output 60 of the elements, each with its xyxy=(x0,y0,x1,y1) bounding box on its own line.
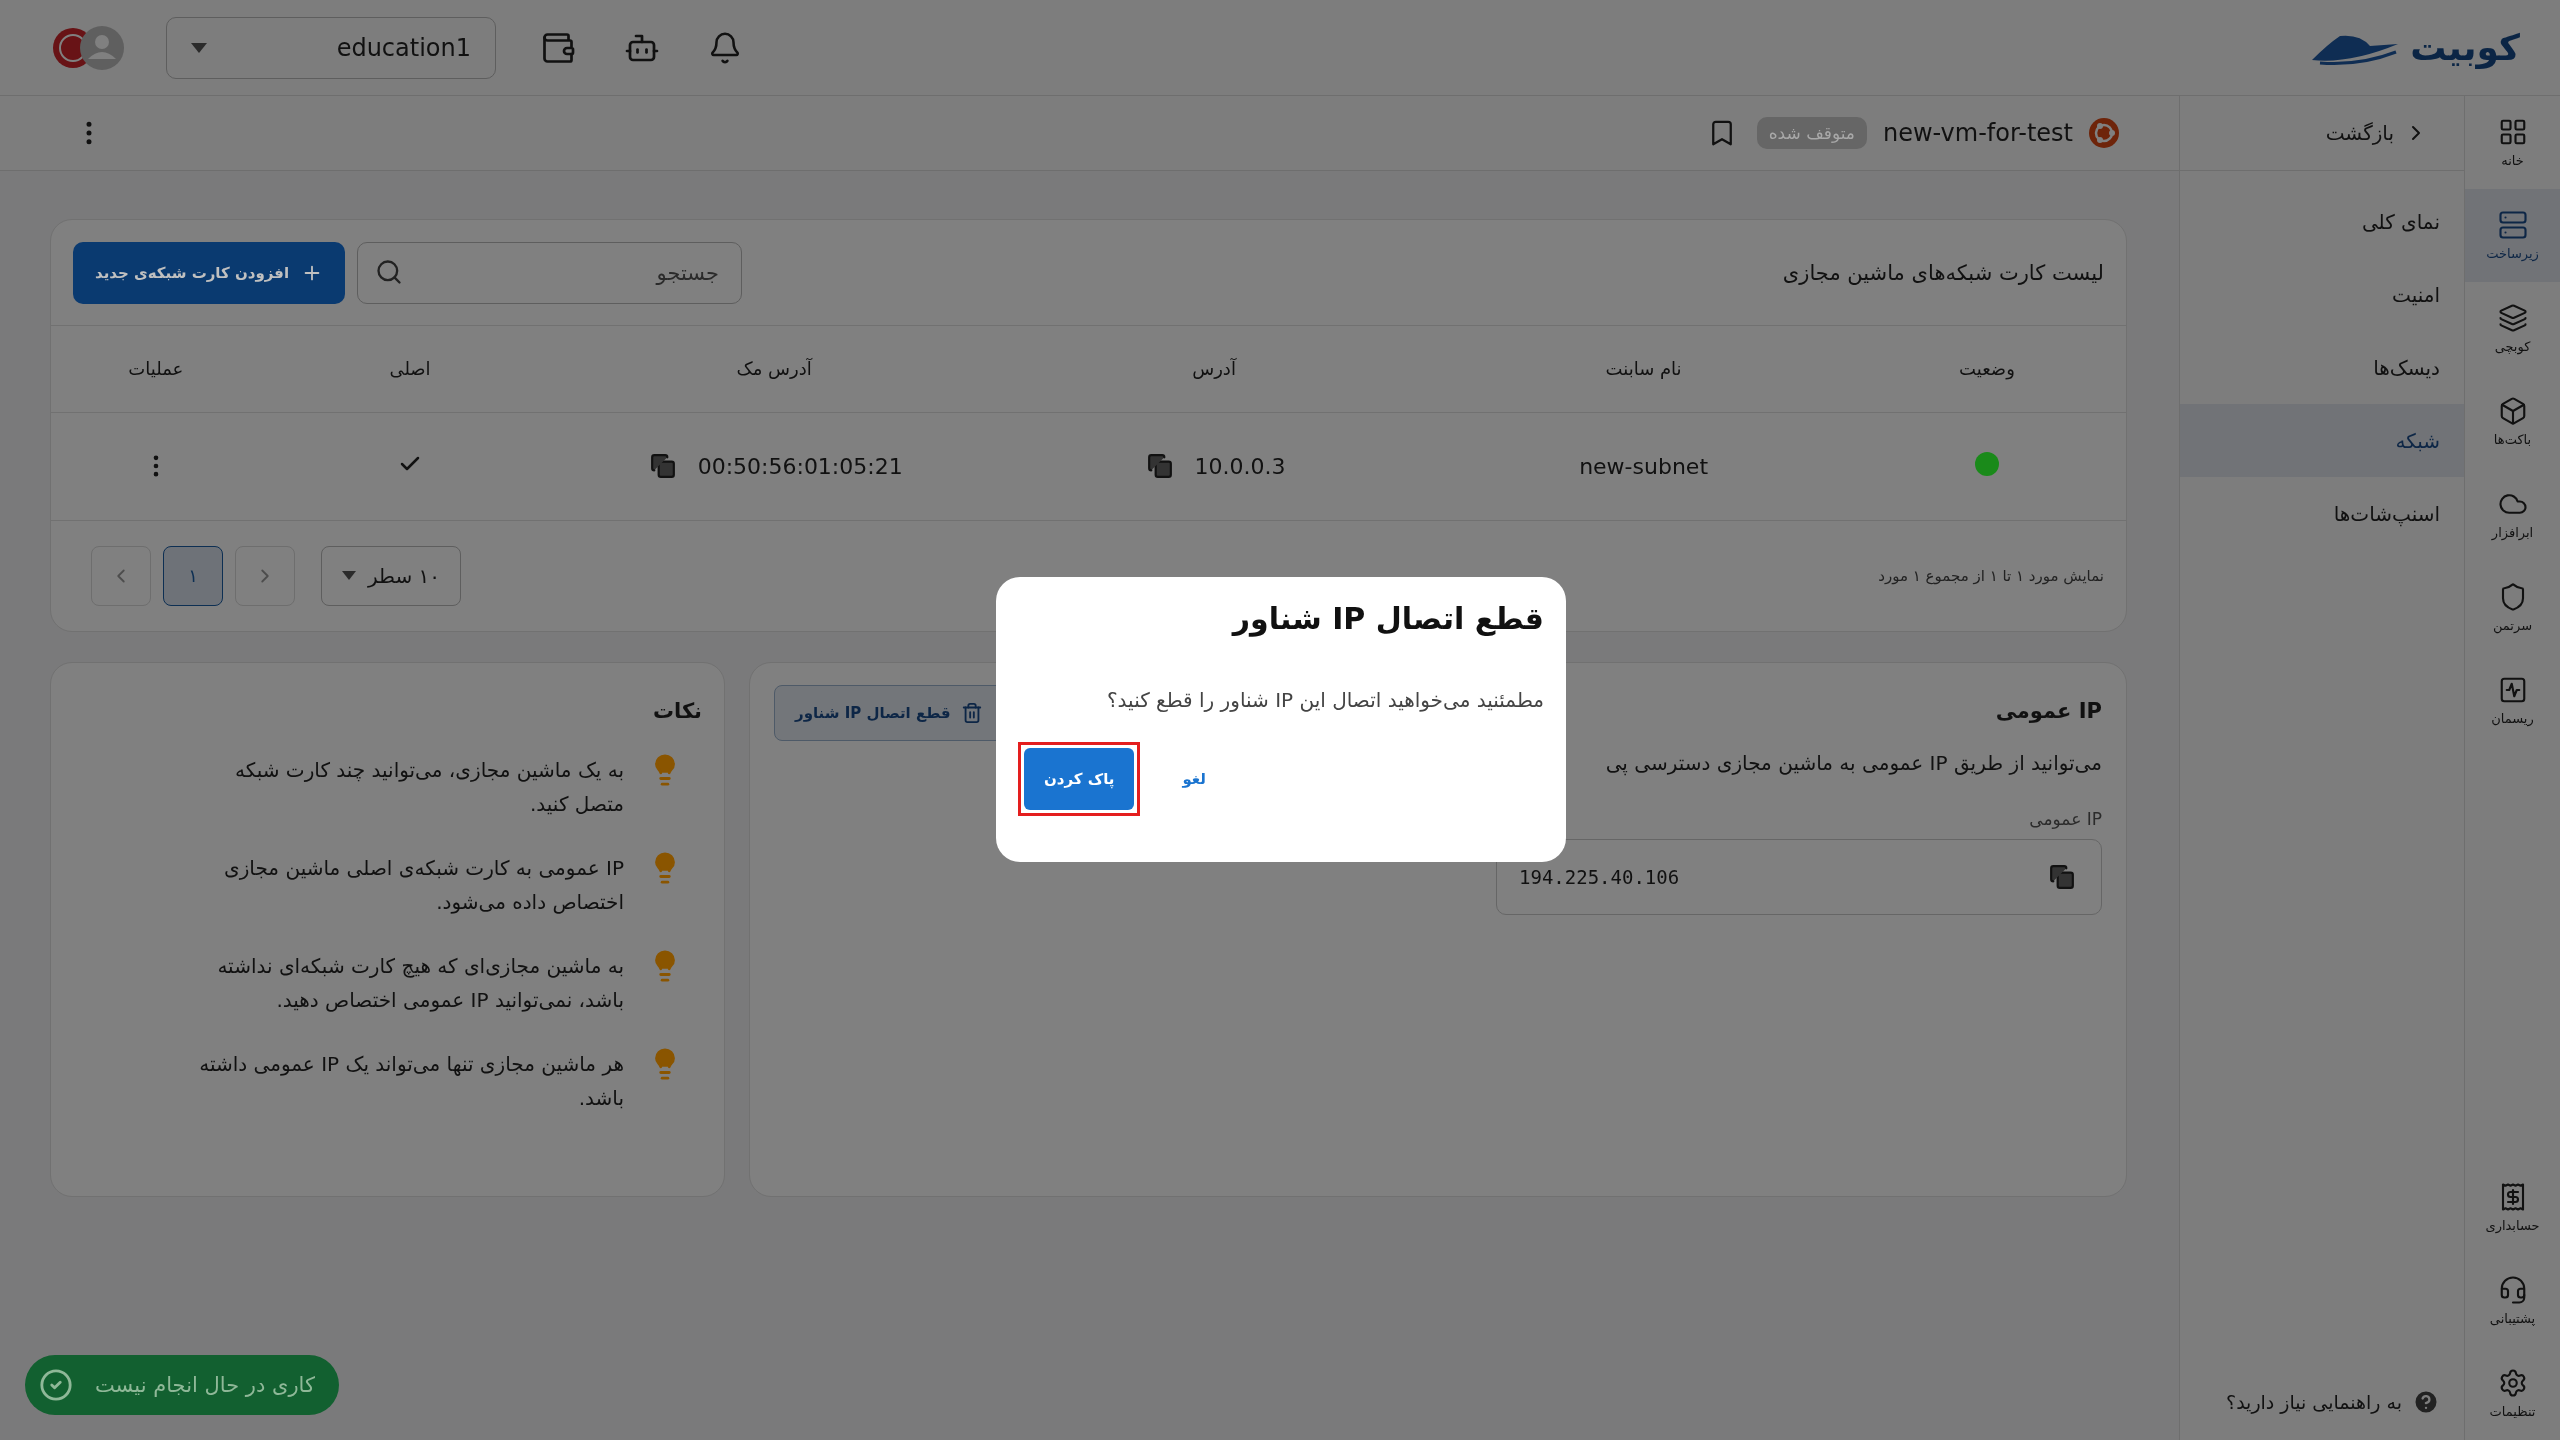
add-nic-button[interactable]: افزودن کارت شبکه‌ی جدید xyxy=(73,241,346,304)
mac-address: 00:50:56:01:05:21 xyxy=(697,453,903,479)
ip-address: 10.0.0.3 xyxy=(1194,453,1286,479)
card-title: IP عمومی xyxy=(1995,698,2102,723)
caret-icon xyxy=(191,42,207,53)
column-header: آدرس xyxy=(1192,358,1236,380)
confirm-button[interactable]: پاک کردن xyxy=(1024,748,1135,810)
column-header: وضعیت xyxy=(1959,358,2015,380)
help-link[interactable]: به راهنمایی نیاز دارید؟ xyxy=(2180,1388,2464,1440)
section-nav-item[interactable]: نمای کلی xyxy=(2180,185,2464,258)
pagination-summary: نمایش مورد ۱ تا ۱ از مجموع ۱ مورد xyxy=(1878,566,2104,585)
rail-item[interactable]: خانه xyxy=(2465,96,2560,189)
note-text: به ماشین مجازی‌ای که هیچ کارت شبکه‌ای نداشته باشد، نمی‌توانید IP عمومی اختصاص دهید. xyxy=(216,952,624,1014)
cancel-button[interactable]: لغو xyxy=(1176,769,1212,789)
card-title: لیست کارت شبکه‌های ماشین مجازی xyxy=(1782,260,2104,285)
status-toast: کاری در حال انجام نیست xyxy=(25,1355,339,1415)
rail-item[interactable]: حسابداری xyxy=(2465,1161,2560,1254)
column-header: آدرس مک xyxy=(736,358,812,380)
avatar-icon[interactable] xyxy=(50,24,126,71)
note-text: هر ماشین مجازی تنها می‌تواند یک IP عمومی داشته باشد. xyxy=(198,1050,624,1112)
section-nav-item[interactable]: اسنپ‌شات‌ها xyxy=(2180,477,2464,550)
card-title: نکات xyxy=(651,698,702,723)
project-select[interactable]: education1 xyxy=(166,16,496,79)
help-icon xyxy=(2412,1388,2440,1416)
rail-item[interactable]: زیرساخت xyxy=(2465,189,2560,282)
caret-icon xyxy=(342,571,356,580)
section-nav-item[interactable]: دیسک‌ها xyxy=(2180,331,2464,404)
search-icon xyxy=(375,257,404,286)
page-button[interactable]: ۱ xyxy=(163,545,223,606)
rail-item[interactable]: کوبچی xyxy=(2465,282,2560,375)
note-text: IP عمومی به کارت شبکه‌ی اصلی ماشین مجازی اختصاص داده می‌شود. xyxy=(223,854,624,916)
search-field[interactable]: جستجو xyxy=(357,241,743,304)
subnet-name: new-subnet xyxy=(1579,453,1708,479)
layers-icon xyxy=(2497,303,2528,333)
public-ip-field: 194.225.40.106 xyxy=(1496,838,2102,915)
brand-logo: کوبیت xyxy=(2310,27,2520,68)
check-circle-icon xyxy=(39,1368,73,1402)
server-icon xyxy=(2497,210,2528,240)
column-header: عملیات xyxy=(128,358,184,380)
back-link[interactable]: بازگشت xyxy=(2180,96,2464,171)
trash-icon xyxy=(960,701,983,724)
rail-item[interactable]: تنظیمات xyxy=(2465,1347,2560,1440)
card-description: می‌توانید از طریق IP عمومی به ماشین مجازی دسترسی پی xyxy=(1605,750,2102,775)
section-nav-item[interactable]: امنیت xyxy=(2180,258,2464,331)
status-badge: متوقف شده xyxy=(1756,117,1867,149)
dialog-message: مطمئنید می‌خواهید اتصال این IP شناور را قطع کنید؟ xyxy=(1106,688,1544,712)
rail-item[interactable]: ابرافزار xyxy=(2465,468,2560,561)
os-logo-icon xyxy=(2089,118,2119,148)
dialog-title: قطع اتصال IP شناور xyxy=(1230,601,1544,636)
rows-per-page-select[interactable]: ۱۰ سطر xyxy=(321,545,462,606)
section-nav-item[interactable]: شبکه xyxy=(2180,404,2464,477)
rail-item[interactable]: باکت‌ها xyxy=(2465,375,2560,468)
field-label: IP عمومی xyxy=(2029,808,2102,829)
rail-item[interactable]: پشتیبانی xyxy=(2465,1254,2560,1347)
rail-item[interactable]: سرتمن xyxy=(2465,561,2560,654)
rail-item[interactable]: ریسمان xyxy=(2465,654,2560,747)
note-text: به یک ماشین مجازی، می‌توانید چند کارت شبکه متصل کنید. xyxy=(233,756,624,818)
column-header: نام سابنت xyxy=(1605,358,1682,380)
vm-name: new-vm-for-test xyxy=(1882,119,2073,147)
column-header: اصلی xyxy=(389,358,431,380)
